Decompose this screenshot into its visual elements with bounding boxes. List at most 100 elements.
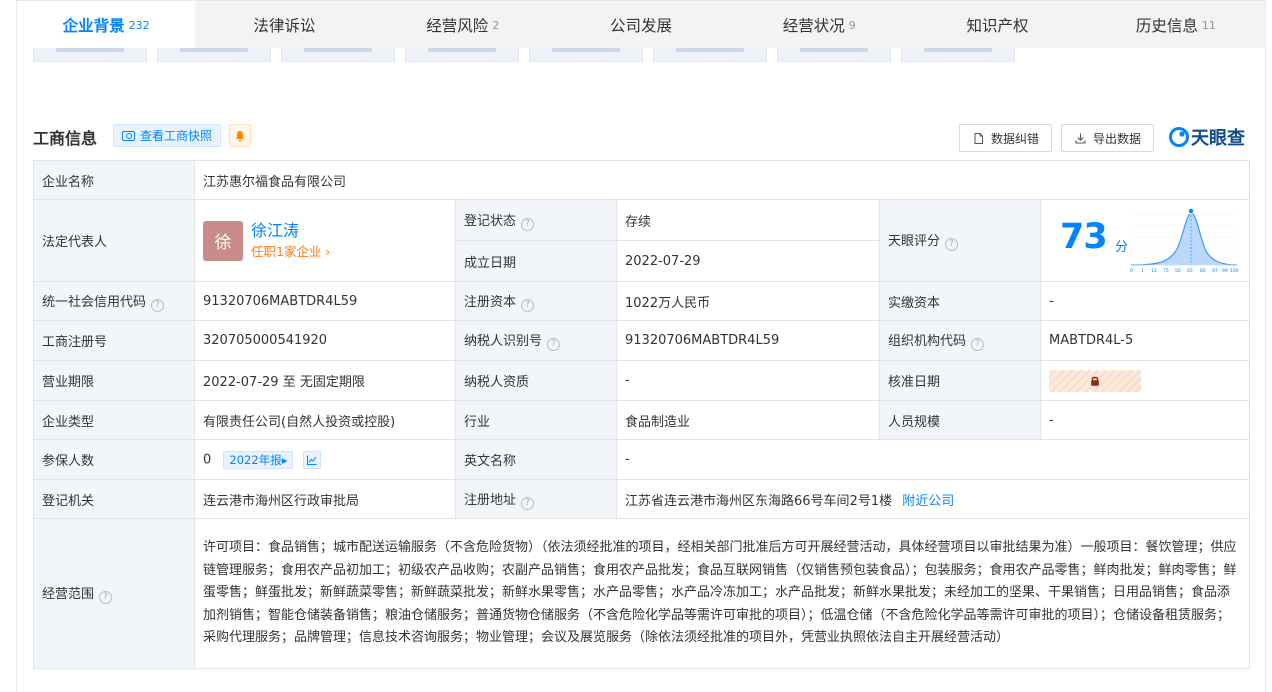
sub-nav-item[interactable] — [529, 48, 643, 62]
reg-authority-value: 连云港市海州区行政审批局 — [194, 479, 456, 519]
reg-status-value: 存续 — [616, 199, 880, 241]
business-info-table: 企业名称 江苏惠尔福食品有限公司 法定代表人 徐 徐江涛 任职1家企业 › 登记… — [33, 160, 1251, 669]
score-tick: 0 — [1130, 268, 1133, 274]
found-date-value: 2022-07-29 — [616, 240, 880, 282]
score-distribution-chart: 0 1 15 75 50 65 85 97 99 100 — [1130, 207, 1239, 274]
credit-code-label-text: 统一社会信用代码 — [42, 294, 147, 310]
data-correction-button[interactable]: 数据纠错 — [959, 124, 1053, 152]
export-data-label: 导出数据 — [1093, 131, 1142, 146]
sub-nav — [33, 48, 1015, 62]
sub-nav-item[interactable] — [405, 48, 519, 62]
score-cell: 73 分 0 1 15 75 50 65 85 97 99 100 — [1039, 199, 1251, 282]
score-tick: 1 — [1141, 268, 1144, 274]
bell-icon — [236, 130, 244, 142]
data-correction-label: 数据纠错 — [991, 131, 1040, 146]
table-row: 参保人数 0 2022年报▸ 英文名称 - — [33, 439, 1251, 480]
locked-value[interactable] — [1049, 369, 1141, 392]
paid-capital-label: 实缴资本 — [879, 281, 1041, 321]
tab-legal-litigation[interactable]: 法律诉讼 — [195, 1, 373, 49]
tab-operating-status[interactable]: 经营状况 9 — [730, 1, 908, 49]
table-row: 工商注册号 320705000541920 纳税人识别号? 91320706MA… — [33, 320, 1251, 361]
table-row: 企业类型 有限责任公司(自然人投资或控股) 行业 食品制造业 人员规模 - — [33, 400, 1251, 440]
sub-nav-item[interactable] — [653, 48, 767, 62]
table-row: 营业期限 2022-07-29 至 无固定期限 纳税人资质 - 核准日期 — [33, 360, 1251, 401]
score-widget[interactable]: 73 分 0 1 15 75 50 65 85 97 99 100 — [1041, 201, 1249, 281]
logo-text: 天眼查 — [1191, 128, 1245, 149]
insured-value: 0 — [203, 452, 212, 467]
approve-date-cell — [1039, 360, 1251, 401]
taxpayer-id-value: 91320706MABTDR4L59 — [616, 320, 880, 361]
term-value: 2022-07-29 至 无固定期限 — [194, 360, 456, 401]
help-icon[interactable]: ? — [151, 298, 165, 312]
tab-intellectual-property[interactable]: 知识产权 — [908, 1, 1086, 49]
tab-count: 2 — [492, 18, 500, 32]
view-snapshot-label: 查看工商快照 — [140, 129, 213, 143]
org-code-label-text: 组织机构代码 — [888, 334, 967, 349]
help-icon[interactable]: ? — [547, 338, 561, 351]
org-code-value: MABTDR4L-5 — [1039, 320, 1251, 361]
tab-company-development[interactable]: 公司发展 — [552, 1, 730, 49]
help-icon[interactable]: ? — [521, 217, 535, 231]
company-name-value: 江苏惠尔福食品有限公司 — [193, 160, 1251, 200]
caret-right-icon: ▸ — [281, 452, 288, 467]
help-icon[interactable]: ? — [971, 338, 985, 351]
tab-label: 经营状况 — [782, 17, 845, 35]
taxpayer-id-label: 纳税人识别号? — [455, 320, 617, 361]
reg-authority-label: 登记机关 — [33, 479, 195, 519]
monitor-button[interactable] — [229, 124, 251, 147]
english-name-value: - — [615, 439, 1251, 480]
sub-nav-item[interactable] — [33, 48, 147, 62]
term-label: 营业期限 — [33, 360, 195, 401]
help-icon[interactable]: ? — [521, 298, 535, 312]
sub-nav-item[interactable] — [777, 48, 891, 62]
scope-value: 许可项目：食品销售；城市配送运输服务（不含危险货物）（依法须经批准的项目，经相关… — [193, 518, 1251, 669]
reg-capital-value: 1022万人民币 — [616, 281, 880, 321]
paid-capital-value: - — [1039, 281, 1251, 321]
sub-nav-item[interactable] — [901, 48, 1015, 62]
tab-history-info[interactable]: 历史信息 11 — [1087, 1, 1265, 49]
tab-operational-risk[interactable]: 经营风险 2 — [374, 1, 552, 49]
tab-label: 公司发展 — [609, 17, 672, 35]
avatar: 徐 — [203, 220, 243, 261]
document-icon — [974, 132, 983, 144]
help-icon[interactable]: ? — [99, 591, 113, 604]
view-snapshot-button[interactable]: 查看工商快照 — [113, 124, 222, 147]
help-icon[interactable]: ? — [521, 496, 535, 510]
tab-company-background[interactable]: 企业背景 232 — [17, 1, 196, 49]
legal-rep-label: 法定代表人 — [33, 199, 195, 282]
trend-chart-button[interactable] — [302, 450, 321, 469]
legal-rep-name-link[interactable]: 徐江涛 — [251, 220, 330, 242]
help-icon[interactable]: ? — [945, 238, 959, 251]
staff-size-value: - — [1039, 400, 1251, 440]
score-marker-dot — [1188, 207, 1195, 214]
legal-rep-companies-link[interactable]: 任职1家企业 › — [251, 242, 330, 262]
download-icon — [1075, 133, 1086, 144]
curve-fill — [1131, 212, 1237, 265]
tianyancha-logo: 天眼查 — [1169, 124, 1245, 150]
sub-nav-item[interactable] — [281, 48, 395, 62]
nearby-companies-link[interactable]: 附近公司 — [902, 494, 954, 509]
tab-count: 11 — [1201, 18, 1216, 32]
taxpayer-id-label-text: 纳税人识别号 — [464, 334, 543, 349]
export-data-button[interactable]: 导出数据 — [1061, 124, 1155, 152]
reg-address-value: 江苏省连云港市海州区东海路66号车间2号1楼 — [625, 493, 893, 509]
panel-left-border — [16, 48, 17, 692]
score-number: 73 — [1060, 216, 1108, 257]
tianyancha-logo-icon — [1169, 127, 1189, 147]
table-row: 法定代表人 徐 徐江涛 任职1家企业 › 登记状态? 存续 天眼评分? 73 分 — [33, 199, 1251, 282]
reg-address-label: 注册地址? — [455, 479, 617, 519]
sub-nav-item[interactable] — [157, 48, 271, 62]
approve-date-label: 核准日期 — [879, 360, 1041, 401]
tab-label: 知识产权 — [966, 17, 1029, 35]
reg-no-label: 工商注册号 — [33, 320, 195, 361]
annual-report-dropdown[interactable]: 2022年报▸ — [223, 450, 294, 469]
line-chart-icon — [306, 455, 317, 465]
tab-count: 9 — [848, 18, 856, 32]
industry-value: 食品制造业 — [616, 400, 880, 440]
score-tick: 75 — [1163, 268, 1169, 274]
reg-status-label-text: 登记状态 — [464, 213, 517, 229]
reg-address-label-text: 注册地址 — [464, 492, 517, 508]
insured-cell: 0 2022年报▸ — [194, 439, 456, 480]
staff-size-label: 人员规模 — [879, 400, 1041, 440]
panel-right-border — [1265, 48, 1266, 692]
